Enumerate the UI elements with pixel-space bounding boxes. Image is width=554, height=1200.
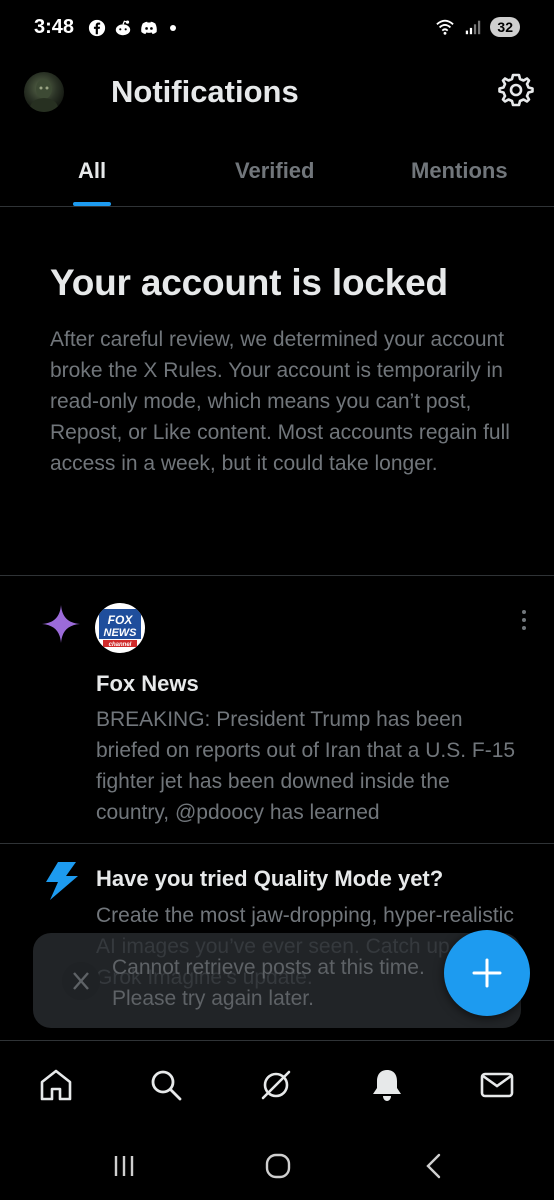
lightning-icon [46, 862, 78, 900]
notifications-icon[interactable] [369, 1067, 405, 1103]
notification-author: Fox News [96, 671, 199, 696]
fox-news-logo: FOX NEWS channel [96, 604, 144, 652]
more-notifications-dot [170, 25, 176, 31]
tab-all[interactable]: All [78, 158, 106, 184]
notification-item[interactable]: FOX NEWS channel Fox News BREAKING: Pres… [0, 603, 554, 843]
status-notification-icons [88, 19, 176, 37]
bottom-navigation [0, 1040, 554, 1128]
back-icon[interactable] [416, 1148, 452, 1184]
sparkle-icon [42, 605, 80, 643]
signal-icon [466, 20, 481, 35]
locked-title: Your account is locked [50, 262, 448, 303]
fox-news-avatar[interactable]: FOX NEWS channel [95, 603, 145, 653]
home-icon[interactable] [38, 1067, 74, 1103]
section-divider [0, 575, 554, 576]
account-locked-notice: Your account is locked After careful rev… [50, 262, 510, 479]
x-logo-icon [62, 962, 100, 1000]
messages-icon[interactable] [479, 1067, 515, 1103]
svg-text:FOX: FOX [108, 613, 134, 627]
compose-button[interactable] [444, 930, 530, 1016]
battery-level: 32 [490, 17, 520, 37]
page-title: Notifications [111, 74, 299, 109]
active-tab-indicator [73, 202, 111, 206]
discord-icon [141, 21, 157, 35]
search-icon[interactable] [148, 1067, 184, 1103]
svg-text:NEWS: NEWS [104, 627, 138, 639]
notification-text: BREAKING: President Trump has been brief… [96, 708, 516, 824]
svg-text:channel: channel [109, 642, 132, 648]
status-system-icons: 32 [434, 17, 520, 37]
locked-body: After careful review, we determined your… [50, 328, 510, 475]
settings-gear-icon[interactable] [498, 72, 534, 108]
section-divider [0, 843, 554, 844]
notification-tabs: All Verified Mentions [0, 140, 554, 207]
toast-message: Cannot retrieve posts at this time. Plea… [112, 956, 425, 1010]
plus-icon [472, 958, 502, 988]
home-button-icon[interactable] [260, 1148, 296, 1184]
grok-icon[interactable] [258, 1067, 294, 1103]
facebook-icon [88, 19, 106, 37]
avatar-image [30, 79, 58, 112]
reddit-icon [115, 20, 131, 36]
system-navigation [0, 1128, 554, 1200]
app-header: Notifications [0, 60, 554, 124]
status-bar: 3:48 32 [0, 0, 554, 56]
more-options-icon[interactable] [518, 609, 530, 631]
tab-mentions[interactable]: Mentions [411, 158, 508, 184]
status-time: 3:48 [34, 16, 75, 38]
wifi-icon [436, 19, 455, 35]
tab-verified[interactable]: Verified [235, 158, 314, 184]
profile-avatar[interactable] [24, 72, 64, 112]
notification-title: Have you tried Quality Mode yet? [96, 866, 444, 891]
recent-apps-icon[interactable] [106, 1148, 142, 1184]
